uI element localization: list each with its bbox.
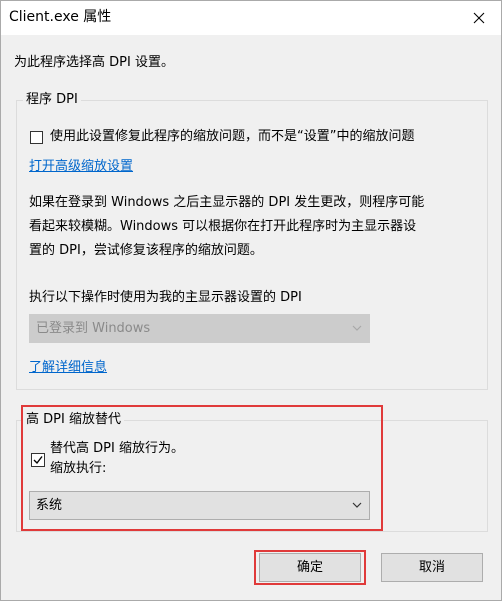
checkmark-icon	[33, 456, 43, 465]
dpi-select-label: 执行以下操作时使用为我的主显示器设置的 DPI	[29, 290, 302, 305]
scaling-performed-select[interactable]: 系统	[29, 491, 370, 520]
close-icon	[473, 12, 485, 24]
program-dpi-checkbox[interactable]	[30, 131, 43, 144]
chevron-down-icon	[352, 325, 362, 331]
learn-more-link[interactable]: 了解详细信息	[29, 359, 107, 377]
program-dpi-legend: 程序 DPI	[23, 91, 81, 109]
dpi-description-line: 如果在登录到 Windows 之后主显示器的 DPI 发生更改，则程序可能	[29, 195, 425, 210]
dpi-description-line: 置的 DPI，尝试修复该程序的缩放问题。	[29, 243, 263, 258]
close-button[interactable]	[457, 1, 501, 35]
dpi-description: 如果在登录到 Windows 之后主显示器的 DPI 发生更改，则程序可能 看起…	[29, 191, 487, 263]
high-dpi-override-legend: 高 DPI 缩放替代	[23, 411, 124, 429]
scaling-performed-by-label: 缩放执行:	[50, 461, 107, 476]
ok-button[interactable]: 确定	[259, 553, 361, 582]
dpi-mode-select-value: 已登录到 Windows	[36, 321, 151, 336]
override-checkbox[interactable]	[31, 453, 45, 467]
advanced-scaling-link[interactable]: 打开高级缩放设置	[29, 158, 133, 176]
properties-dialog: Client.exe 属性 为此程序选择高 DPI 设置。 程序 DPI 使用此…	[0, 0, 502, 601]
cancel-button[interactable]: 取消	[381, 553, 483, 582]
dpi-description-line: 看起来较模糊。Windows 可以根据你在打开此程序时为主显示器设	[29, 219, 417, 234]
window-title: Client.exe 属性	[9, 9, 112, 25]
chevron-down-icon	[352, 502, 362, 508]
title-bar: Client.exe 属性	[1, 1, 501, 35]
override-checkbox-label[interactable]: 替代高 DPI 缩放行为。	[50, 440, 184, 458]
program-dpi-checkbox-label[interactable]: 使用此设置修复此程序的缩放问题，而不是“设置”中的缩放问题	[50, 128, 414, 146]
intro-text: 为此程序选择高 DPI 设置。	[14, 55, 174, 70]
dpi-mode-select: 已登录到 Windows	[29, 314, 370, 343]
scaling-performed-select-value: 系统	[36, 498, 63, 513]
